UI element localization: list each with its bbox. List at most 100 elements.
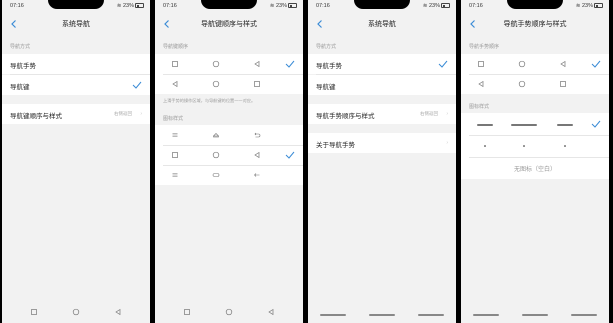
gesture-order-row[interactable]: 导航手势顺序与样式 右侧返回 › [308,104,456,124]
gesture-indicator-left[interactable] [320,314,346,316]
circle-icon [212,60,220,68]
gesture-indicator-left[interactable] [473,314,499,316]
triangle-icon [477,80,485,88]
section-label: 导航方式 [316,44,337,50]
circle-icon [212,80,220,88]
header: 系统导航 [2,14,150,34]
no-icon-label: 无图标（空白） [513,167,556,173]
status-bar: 07:16 ≋ 23% [308,2,456,12]
style-option-2[interactable] [155,145,303,165]
style-options: 无图标（空白） [461,113,609,179]
style-option-1[interactable] [155,125,303,145]
menu-icon [171,131,179,139]
order-option-2[interactable] [461,74,609,94]
circle-icon [518,60,526,68]
check-icon [591,120,601,128]
nav-bar [2,301,150,323]
check-icon [285,60,295,68]
style-option-3[interactable] [155,165,303,185]
section-label: 图标样式 [163,116,184,122]
return-icon [253,131,261,139]
back-triangle-icon[interactable] [114,308,122,316]
row-value: 右侧返回 [420,111,438,116]
order-option-1[interactable] [461,54,609,74]
wifi-icon: ≋ [422,3,428,9]
page-title: 系统导航 [368,21,396,28]
option-gesture[interactable]: 导航手势 [2,54,150,74]
header: 系统导航 [308,14,456,34]
gesture-bar [461,301,609,323]
line-mark [477,124,493,126]
style-option-lines[interactable] [461,113,609,135]
option-gesture[interactable]: 导航手势 [308,54,456,74]
status-time: 07:16 [10,3,24,9]
chevron-right-icon: › [446,140,448,146]
hint-text: 上滑手势的操作区域，与导航键的位置一一对应。 [163,98,256,103]
check-icon [591,60,601,68]
check-icon [285,151,295,159]
check-icon [438,60,448,68]
dot-mark [564,145,566,147]
check-icon [132,81,142,89]
gesture-indicator-center[interactable] [522,314,548,316]
gesture-indicator-center[interactable] [369,314,395,316]
battery-icon [441,3,450,9]
circle-icon [518,80,526,88]
option-label: 导航键 [10,84,30,91]
status-icons: ≋ 23% [423,3,450,9]
nav-order-row[interactable]: 导航键顺序与样式 右侧返回 › [2,104,150,124]
header: 导航手势顺序与样式 [461,14,609,34]
square-icon [253,80,261,88]
style-option-none[interactable]: 无图标（空白） [461,157,609,179]
triangle-icon [559,60,567,68]
status-time: 07:16 [163,3,177,9]
battery-icon [288,3,297,9]
arrow-left-icon [253,171,261,179]
dot-mark [484,145,486,147]
option-nav-keys[interactable]: 导航键 [2,75,150,95]
recents-square-icon[interactable] [30,308,38,316]
screen-system-nav-keys: 07:16 ≋ 23% 系统导航 导航方式 导航手势 导航键 导航键顺序与样式 … [2,0,150,323]
gesture-indicator-right[interactable] [418,314,444,316]
option-nav-keys[interactable]: 导航键 [308,75,456,95]
status-time: 07:16 [316,3,330,9]
battery-percent: 23% [428,3,440,9]
wifi-icon: ≋ [116,3,122,9]
nav-bar [155,301,303,323]
page-title: 系统导航 [62,21,90,28]
back-triangle-icon[interactable] [267,308,275,316]
battery-percent: 23% [275,3,287,9]
screen-system-nav-gestures: 07:16 ≋ 23% 系统导航 导航方式 导航手势 导航键 导航手势顺序与样式… [308,0,456,323]
section-label: 导航方式 [10,44,31,50]
menu-icon [171,171,179,179]
square-icon [559,80,567,88]
style-options [155,125,303,185]
circle-icon [212,151,220,159]
status-icons: ≋ 23% [270,3,297,9]
home-circle-icon[interactable] [225,308,233,316]
triangle-icon [253,151,261,159]
option-label: 导航键 [316,84,336,91]
section-label: 导航键顺序 [163,44,189,50]
option-label: 导航手势 [10,63,36,70]
order-options [461,54,609,94]
order-options [155,54,303,94]
row-label: 导航手势顺序与样式 [316,113,375,120]
recents-square-icon[interactable] [183,308,191,316]
status-bar: 07:16 ≋ 23% [461,2,609,12]
pill-icon [212,171,220,179]
style-option-dots[interactable] [461,135,609,157]
order-option-2[interactable] [155,74,303,94]
screen-gesture-order: 07:16 ≋ 23% 导航手势顺序与样式 导航手势顺序 图标样式 无图标（空白… [461,0,609,323]
status-bar: 07:16 ≋ 23% [2,2,150,12]
gesture-bar [308,301,456,323]
gesture-indicator-right[interactable] [571,314,597,316]
status-bar: 07:16 ≋ 23% [155,2,303,12]
home-icon [212,131,220,139]
home-circle-icon[interactable] [72,308,80,316]
about-gestures-row[interactable]: 关于导航手势 › [308,133,456,153]
wifi-icon: ≋ [269,3,275,9]
order-option-1[interactable] [155,54,303,74]
row-label: 关于导航手势 [316,142,355,149]
dot-mark [523,145,525,147]
